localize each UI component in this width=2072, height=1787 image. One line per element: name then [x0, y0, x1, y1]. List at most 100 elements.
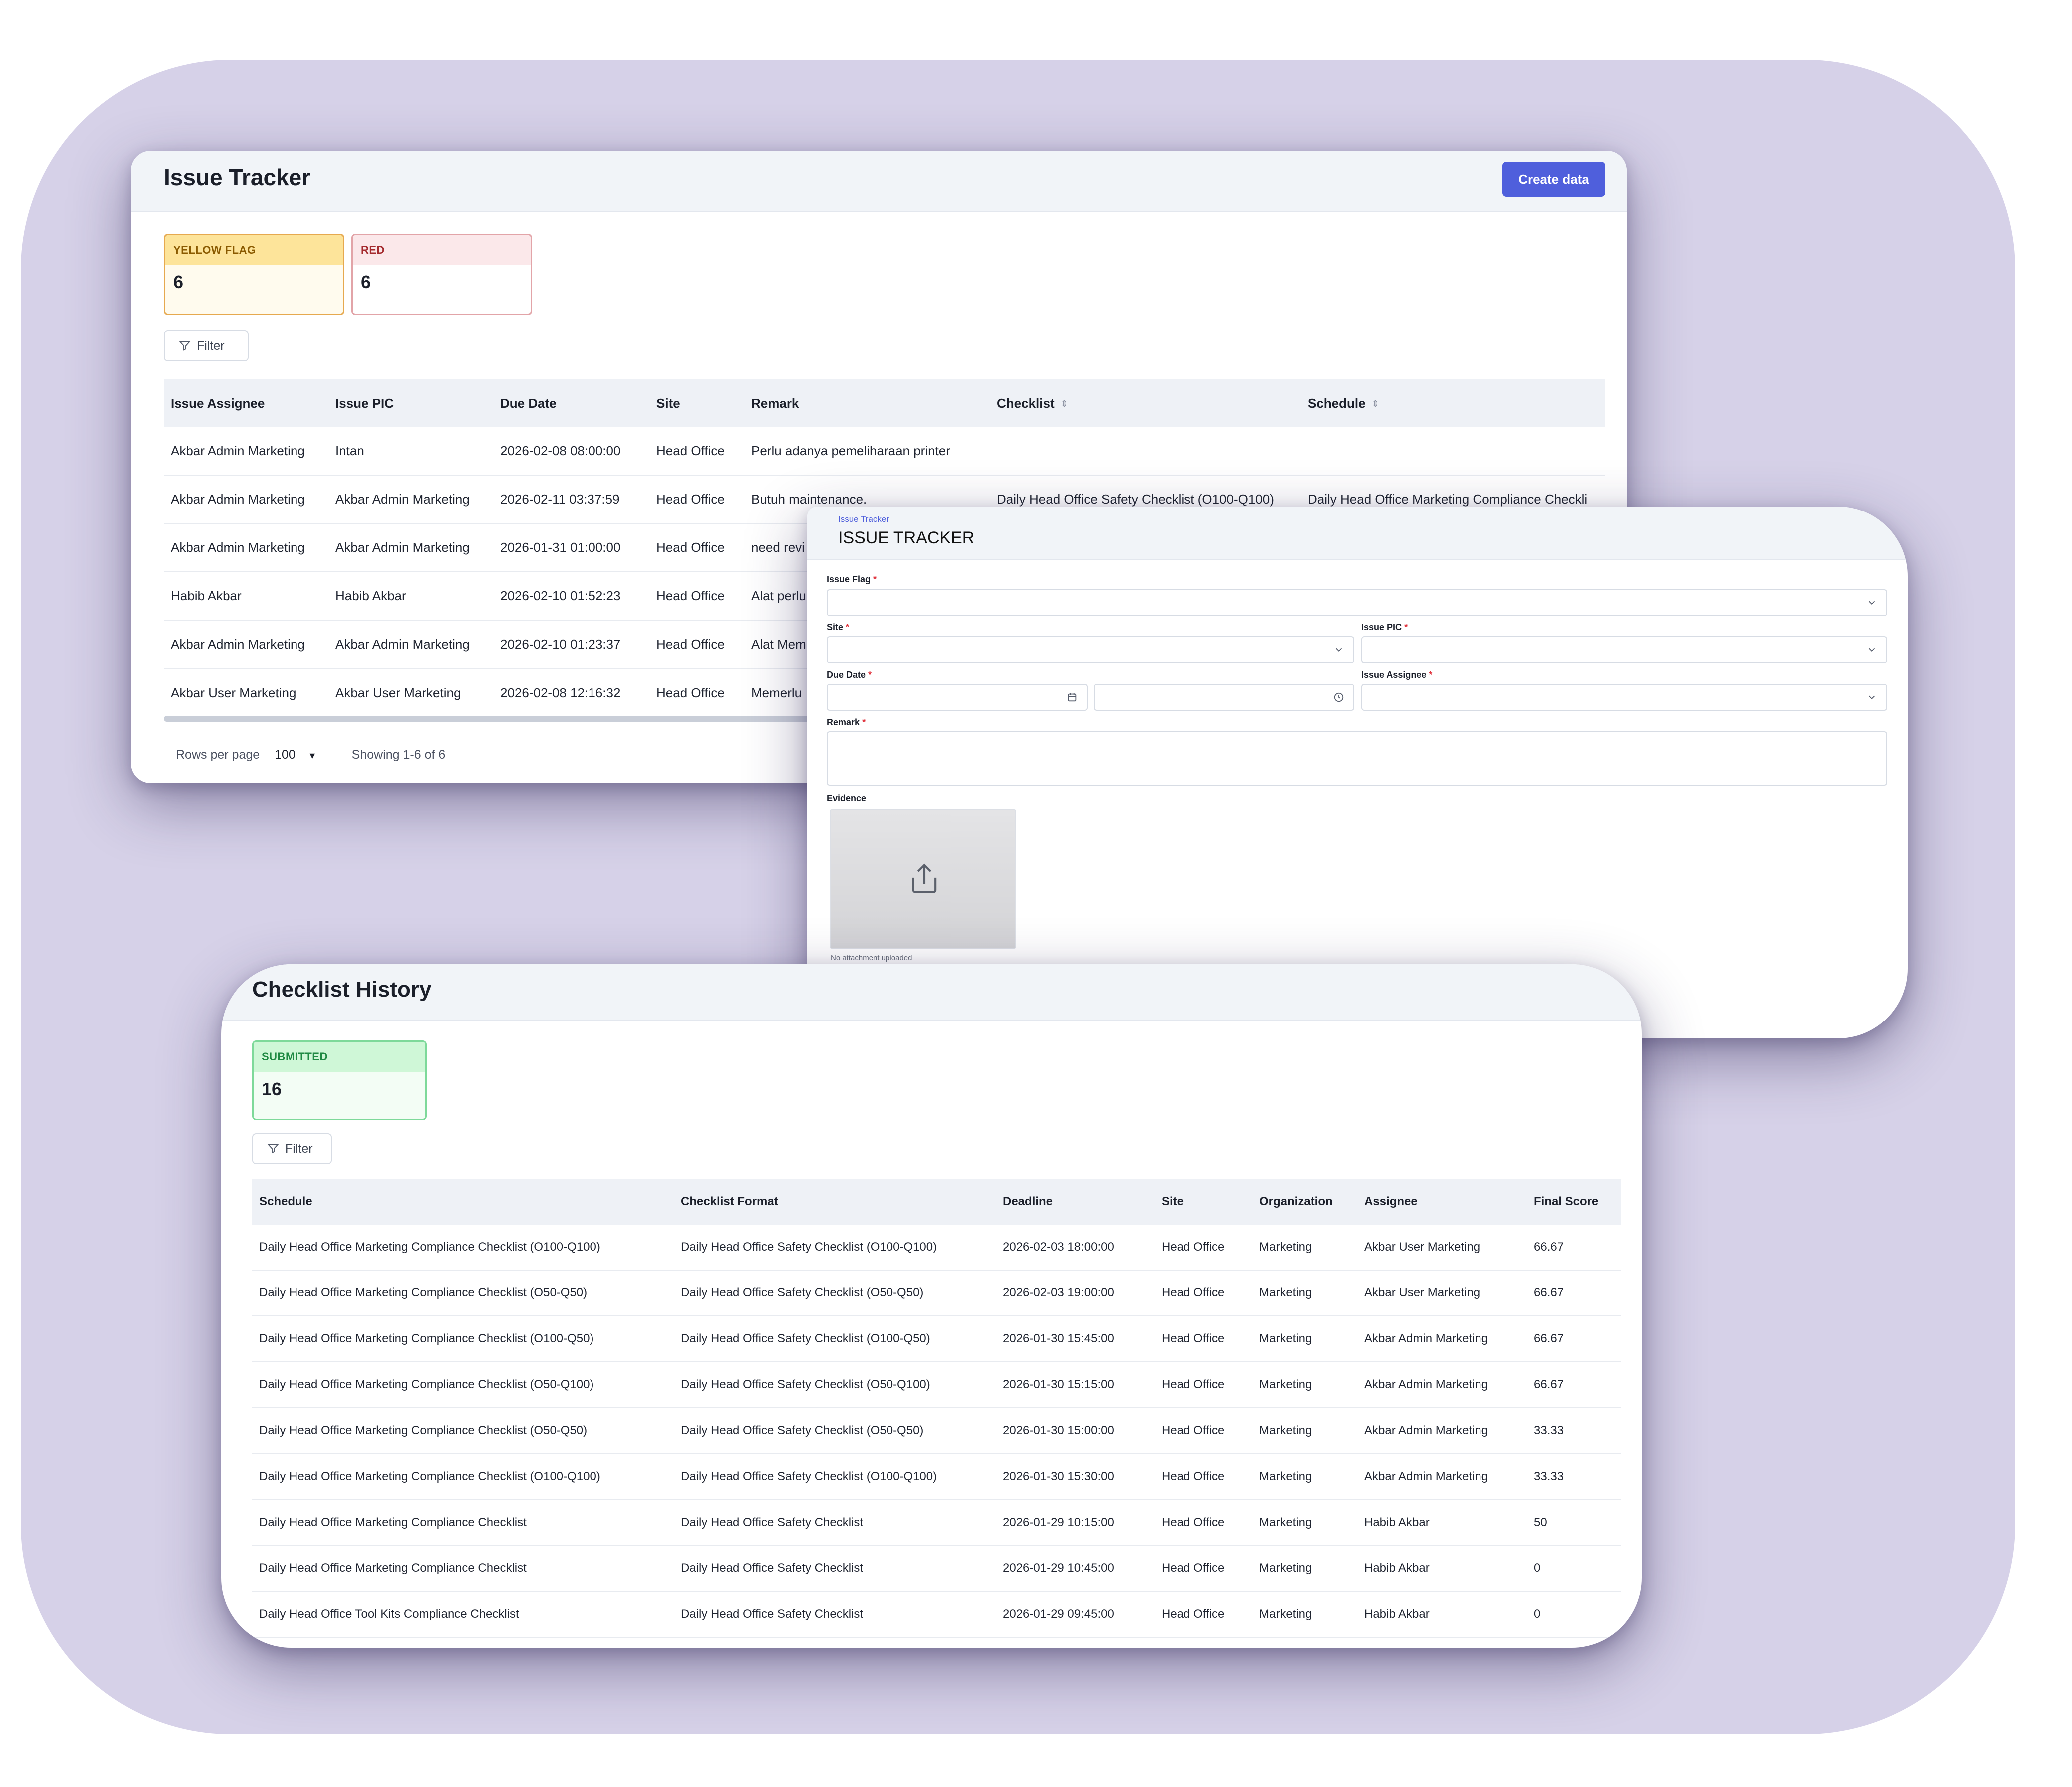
due-time-input[interactable] [1094, 684, 1354, 711]
upload-icon [912, 863, 937, 893]
issue-assignee-label: Issue Assignee * [1361, 670, 1432, 680]
table-cell: Head Office [1155, 1316, 1252, 1362]
tile-label: YELLOW FLAG [165, 235, 343, 265]
table-cell: Head Office [649, 523, 744, 572]
table-cell: Habib Akbar [1357, 1591, 1527, 1638]
table-cell: 66.67 [1527, 1316, 1621, 1362]
table-row[interactable]: Daily Head Office Marketing Compliance C… [252, 1362, 1621, 1408]
table-cell: Daily Head Office Safety Checklist (O50-… [674, 1362, 996, 1408]
table-cell: Akbar Admin Marketing [1357, 1362, 1527, 1408]
horizontal-scrollbar[interactable] [164, 716, 863, 722]
table-cell: Akbar User Marketing [1357, 1225, 1527, 1271]
remark-textarea[interactable] [827, 731, 1887, 786]
table-cell: Daily Head Office Marketing Compliance C… [252, 1500, 674, 1546]
issue-pic-label: Issue PIC * [1361, 622, 1408, 633]
table-row[interactable]: Daily Head Office Tool Kits Compliance C… [252, 1591, 1621, 1638]
filter-button[interactable]: Filter [252, 1133, 332, 1164]
filter-icon [267, 1144, 279, 1154]
table-row[interactable]: Daily Head Office Marketing Compliance C… [252, 1270, 1621, 1316]
table-cell: Akbar User Marketing [1357, 1270, 1527, 1316]
table-cell: Habib Akbar [328, 572, 493, 621]
tile-value: 16 [254, 1072, 425, 1119]
evidence-upload[interactable] [830, 809, 1016, 949]
table-cell: Daily Head Office Safety Checklist (O100… [674, 1454, 996, 1500]
table-row[interactable]: Daily Head Office Marketing Compliance C… [252, 1225, 1621, 1271]
column-header: Issue PIC [328, 379, 493, 427]
table-row[interactable]: Daily Head Office Marketing Compliance C… [252, 1408, 1621, 1454]
table-cell: Akbar Admin Marketing [164, 523, 328, 572]
table-cell: Akbar Admin Marketing [1357, 1408, 1527, 1454]
required-mark: * [846, 622, 850, 632]
required-mark: * [862, 717, 866, 727]
table-row[interactable]: Daily Head Office Marketing Compliance C… [252, 1500, 1621, 1546]
due-date-input[interactable] [827, 684, 1088, 711]
column-header: Site [1155, 1179, 1252, 1225]
table-cell: 2026-01-30 15:15:00 [996, 1362, 1155, 1408]
table-cell: 66.67 [1527, 1270, 1621, 1316]
create-data-button[interactable]: Create data [1502, 162, 1605, 197]
table-cell: Head Office [1155, 1500, 1252, 1546]
checklist-history-table: Schedule Checklist Format Deadline Site … [252, 1179, 1621, 1638]
table-cell: Daily Head Office Safety Checklist (O100… [674, 1316, 996, 1362]
table-header-row: Schedule Checklist Format Deadline Site … [252, 1179, 1621, 1225]
table-cell: 2026-02-10 01:52:23 [493, 572, 649, 621]
table-cell: Daily Head Office Marketing Compliance C… [252, 1225, 674, 1271]
sort-icon[interactable]: ⇕ [1061, 399, 1068, 409]
breadcrumb[interactable]: Issue Tracker [838, 514, 889, 524]
yellow-flag-tile[interactable]: YELLOW FLAG 6 [164, 234, 344, 315]
table-cell: Daily Head Office Marketing Compliance C… [252, 1545, 674, 1592]
column-header: Organization [1252, 1179, 1357, 1225]
required-mark: * [873, 574, 877, 584]
table-cell: Marketing [1252, 1316, 1357, 1362]
table-cell: 2026-01-31 01:00:00 [493, 523, 649, 572]
chevron-down-icon [1335, 648, 1342, 652]
table-cell: 2026-02-11 03:37:59 [493, 475, 649, 524]
tile-value: 6 [361, 272, 371, 292]
table-cell: Head Office [1155, 1545, 1252, 1592]
table-cell: Akbar Admin Marketing [328, 475, 493, 524]
table-cell: Daily Head Office Marketing Compliance C… [252, 1316, 674, 1362]
table-cell: Head Office [649, 427, 744, 476]
tile-label: RED [353, 235, 531, 265]
table-row[interactable]: Daily Head Office Marketing Compliance C… [252, 1316, 1621, 1362]
required-mark: * [868, 670, 872, 680]
table-cell: Habib Akbar [164, 572, 328, 621]
table-cell: 66.67 [1527, 1362, 1621, 1408]
showing-count: Showing 1-6 of 6 [351, 747, 446, 762]
table-cell: 2026-02-03 19:00:00 [996, 1270, 1155, 1316]
form-title: ISSUE TRACKER [838, 528, 975, 547]
site-select[interactable] [827, 636, 1354, 663]
table-cell: Marketing [1252, 1225, 1357, 1271]
table-cell: Head Office [1155, 1408, 1252, 1454]
table-cell: Akbar Admin Marketing [164, 427, 328, 476]
table-cell: 0 [1527, 1545, 1621, 1592]
issue-assignee-select[interactable] [1361, 684, 1887, 711]
table-cell: Akbar Admin Marketing [164, 475, 328, 524]
column-header: Site [649, 379, 744, 427]
no-attachment-text: No attachment uploaded [831, 954, 912, 962]
table-cell: 2026-01-29 10:15:00 [996, 1500, 1155, 1546]
table-cell: 33.33 [1527, 1408, 1621, 1454]
table-row[interactable]: Daily Head Office Marketing Compliance C… [252, 1545, 1621, 1592]
filter-button[interactable]: Filter [164, 330, 249, 361]
table-cell: Marketing [1252, 1362, 1357, 1408]
table-cell: Head Office [649, 572, 744, 621]
sort-icon[interactable]: ⇕ [1372, 399, 1379, 409]
table-cell: Marketing [1252, 1500, 1357, 1546]
issue-flag-select[interactable] [827, 589, 1887, 616]
table-cell: 33.33 [1527, 1454, 1621, 1500]
table-cell: Perlu adanya pemeliharaan printer [744, 427, 990, 476]
table-cell: Daily Head Office Marketing Compliance C… [252, 1408, 674, 1454]
red-flag-tile[interactable]: RED 6 [351, 234, 532, 315]
column-header-schedule[interactable]: Schedule ⇕ [1301, 379, 1605, 427]
table-row[interactable]: Daily Head Office Marketing Compliance C… [252, 1454, 1621, 1500]
due-date-label: Due Date * [827, 670, 872, 680]
column-header: Due Date [493, 379, 649, 427]
issue-pic-select[interactable] [1361, 636, 1887, 663]
table-row[interactable]: Akbar Admin Marketing Intan 2026-02-08 08:… [164, 427, 1605, 476]
table-cell: Head Office [1155, 1591, 1252, 1638]
submitted-tile[interactable]: SUBMITTED 16 [252, 1040, 427, 1120]
rows-per-page-select[interactable]: 100 ▼ [275, 748, 317, 762]
issue-flag-label: Issue Flag * [827, 574, 877, 585]
column-header-checklist[interactable]: Checklist ⇕ [990, 379, 1301, 427]
